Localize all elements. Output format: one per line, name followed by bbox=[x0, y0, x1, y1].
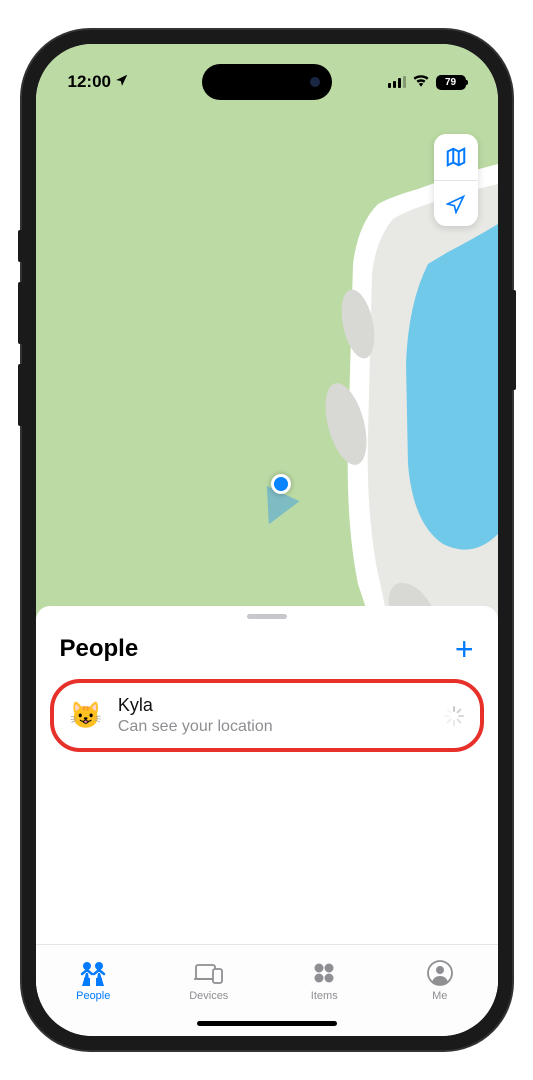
loading-spinner-icon bbox=[444, 706, 464, 726]
person-subtitle: Can see your location bbox=[118, 718, 428, 736]
people-icon bbox=[78, 959, 108, 987]
map-mode-button[interactable] bbox=[434, 134, 478, 180]
phone-frame: 12:00 79 bbox=[22, 30, 512, 1050]
status-time: 12:00 bbox=[68, 72, 111, 92]
tab-me[interactable]: Me bbox=[382, 945, 498, 1016]
devices-icon bbox=[194, 959, 224, 987]
people-sheet: People + 😺 Kyla Can see your location bbox=[36, 606, 498, 1036]
dynamic-island bbox=[202, 64, 332, 100]
wifi-icon bbox=[412, 72, 430, 92]
person-avatar: 😺 bbox=[70, 700, 102, 731]
items-icon bbox=[313, 959, 335, 987]
sheet-title: People bbox=[60, 635, 139, 663]
tab-devices[interactable]: Devices bbox=[151, 945, 267, 1016]
tab-label: Items bbox=[311, 990, 338, 1002]
add-person-button[interactable]: + bbox=[455, 633, 474, 665]
tab-label: Devices bbox=[189, 990, 228, 1002]
current-location-dot bbox=[271, 474, 291, 494]
tab-label: People bbox=[76, 990, 110, 1002]
me-icon bbox=[427, 959, 453, 987]
location-services-icon bbox=[115, 73, 129, 91]
tab-items[interactable]: Items bbox=[267, 945, 383, 1016]
person-name: Kyla bbox=[118, 695, 428, 716]
cellular-signal-icon bbox=[388, 76, 406, 88]
home-indicator[interactable] bbox=[197, 1021, 337, 1026]
tab-people[interactable]: People bbox=[36, 945, 152, 1016]
tab-label: Me bbox=[432, 990, 447, 1002]
map-controls bbox=[434, 134, 478, 226]
recenter-button[interactable] bbox=[434, 180, 478, 226]
person-row-kyla[interactable]: 😺 Kyla Can see your location bbox=[50, 679, 484, 752]
screen: 12:00 79 bbox=[36, 44, 498, 1036]
map-view[interactable] bbox=[36, 44, 498, 644]
battery-icon: 79 bbox=[436, 75, 466, 90]
